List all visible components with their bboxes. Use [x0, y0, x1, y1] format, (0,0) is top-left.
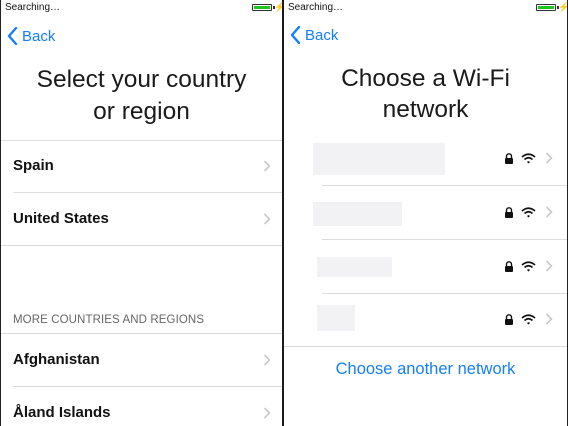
back-label: Back	[305, 26, 339, 44]
lock-icon	[505, 153, 513, 164]
back-button[interactable]: Back	[290, 26, 338, 44]
chevron-left-icon	[7, 27, 18, 45]
charging-icon: ⚡	[558, 2, 567, 12]
wifi-icon	[521, 314, 536, 325]
chevron-right-icon	[263, 407, 271, 419]
status-text: Searching…	[5, 2, 61, 13]
wifi-select-screen: Searching… ⚡ Back Choose a Wi-Fi network	[284, 0, 567, 426]
status-text: Searching…	[288, 2, 344, 13]
network-name-redacted	[313, 202, 402, 226]
row-separator	[284, 346, 567, 347]
section-header: MORE COUNTRIES AND REGIONS	[13, 314, 205, 326]
chevron-right-icon	[263, 213, 271, 225]
battery-icon	[536, 4, 559, 11]
lock-icon	[505, 314, 513, 325]
chevron-right-icon	[545, 313, 553, 325]
chevron-right-icon	[545, 206, 553, 218]
network-name-redacted	[317, 257, 392, 277]
row-separator	[1, 333, 282, 334]
row-separator	[322, 239, 567, 240]
country-label: Spain	[13, 157, 54, 174]
battery-icon	[252, 4, 275, 11]
lock-icon	[505, 207, 513, 218]
row-separator	[1, 140, 282, 141]
chevron-right-icon	[545, 260, 553, 272]
row-separator	[13, 386, 282, 387]
page-title-line2: or region	[93, 98, 190, 125]
chevron-right-icon	[263, 160, 271, 172]
country-label: Åland Islands	[13, 404, 111, 421]
page-title-line1: Choose a Wi-Fi	[341, 65, 510, 92]
country-label: Afghanistan	[13, 351, 100, 368]
row-separator	[1, 245, 282, 246]
network-name-redacted	[317, 305, 355, 331]
page-title-line1: Select your country	[36, 66, 247, 93]
wifi-icon	[521, 153, 536, 164]
back-button[interactable]: Back	[7, 27, 55, 45]
network-name-redacted	[313, 143, 445, 175]
country-label: United States	[13, 210, 109, 227]
chevron-right-icon	[263, 354, 271, 366]
row-separator	[322, 293, 567, 294]
choose-another-network-button[interactable]: Choose another network	[284, 360, 567, 379]
chevron-left-icon	[290, 26, 301, 44]
row-separator	[322, 185, 567, 186]
wifi-icon	[521, 207, 536, 218]
charging-icon: ⚡	[274, 2, 282, 12]
chevron-right-icon	[545, 152, 553, 164]
row-separator	[13, 192, 282, 193]
lock-icon	[505, 261, 513, 272]
back-label: Back	[22, 27, 56, 45]
country-select-screen: Searching… ⚡ Back Select your country or…	[1, 0, 282, 426]
page-title-line2: network	[382, 96, 469, 123]
wifi-icon	[521, 261, 536, 272]
